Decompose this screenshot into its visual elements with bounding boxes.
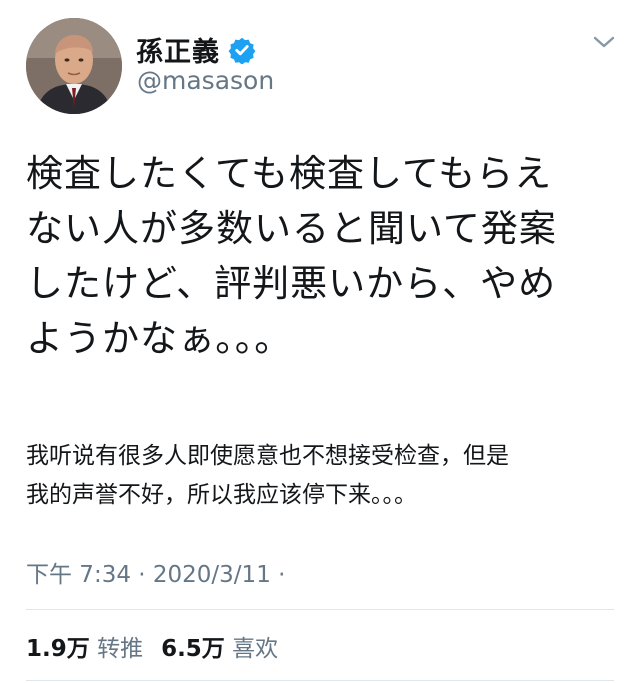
verified-badge-icon (228, 37, 256, 64)
author-name-row: 孫正義 (136, 30, 256, 69)
likes-stat[interactable]: 6.5万 喜欢 (161, 629, 282, 663)
divider (26, 609, 614, 610)
chevron-down-icon[interactable] (592, 34, 616, 50)
retweets-count: 1.9万 (26, 636, 90, 662)
display-name[interactable]: 孫正義 (136, 30, 220, 69)
tweet-text: 検査したくても検査してもらえ ない人が多数いると聞いて発案 したけど、評判悪いか… (26, 152, 557, 360)
tweet-stats: 1.9万 转推 6.5万 喜欢 (26, 629, 282, 663)
avatar[interactable] (26, 18, 122, 114)
divider (26, 680, 614, 681)
retweets-label: 转推 (97, 636, 144, 662)
user-handle[interactable]: @masason (137, 66, 274, 95)
tweet-translation: 我听说有很多人即使愿意也不想接受检查，但是 我的声誉不好，所以我应该停下来。。。 (26, 443, 509, 508)
likes-count: 6.5万 (161, 636, 225, 662)
retweets-stat[interactable]: 1.9万 转推 (26, 629, 147, 663)
tweet-timestamp[interactable]: 下午 7:34 · 2020/3/11 · (26, 555, 285, 589)
likes-label: 喜欢 (232, 636, 279, 662)
